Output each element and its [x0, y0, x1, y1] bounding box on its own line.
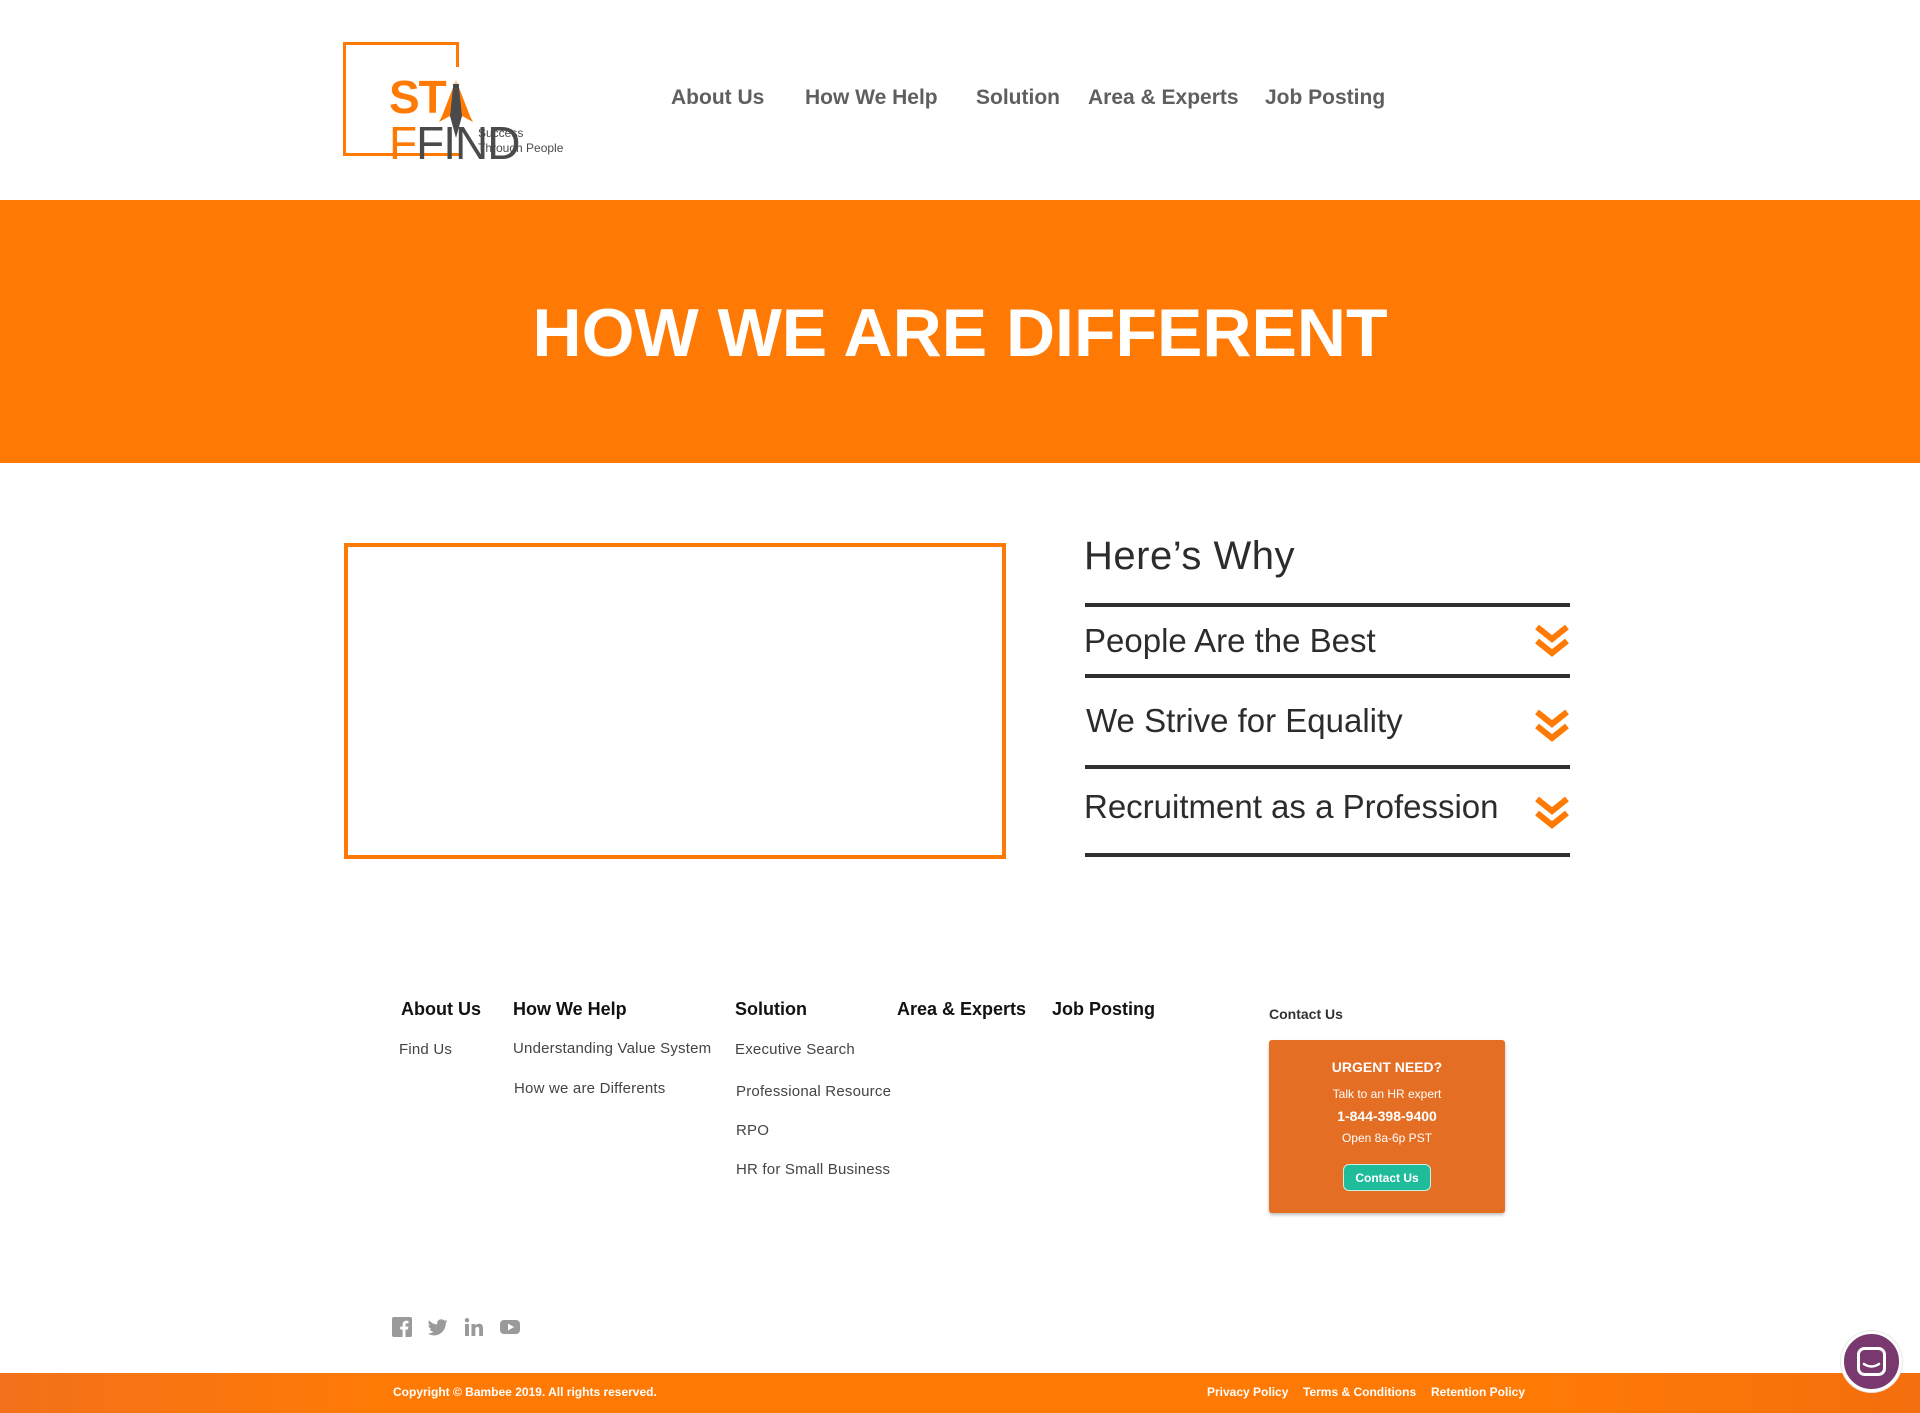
footer-link-professional-resource[interactable]: Professional Resource	[736, 1083, 891, 1100]
footer-link-executive-search[interactable]: Executive Search	[735, 1041, 855, 1058]
linkedin-icon[interactable]	[464, 1317, 484, 1337]
chevron-double-down-icon[interactable]	[1534, 708, 1570, 744]
footer-heading-how-we-help[interactable]: How We Help	[513, 999, 627, 1020]
footer-contact-heading: Contact Us	[1269, 1006, 1343, 1022]
footer-link-rpo[interactable]: RPO	[736, 1122, 769, 1139]
nav-job-posting[interactable]: Job Posting	[1265, 86, 1385, 110]
staffind-logo[interactable]: ST FFIND Success Through People	[343, 42, 588, 166]
logo-tagline: Success Through People	[478, 126, 564, 155]
nav-how-we-help[interactable]: How We Help	[805, 86, 938, 110]
retention-policy-link[interactable]: Retention Policy	[1431, 1385, 1525, 1399]
chat-icon	[1857, 1347, 1886, 1376]
chevron-double-down-icon[interactable]	[1534, 623, 1570, 659]
chat-launcher-button[interactable]	[1841, 1331, 1902, 1392]
urgent-hours: Open 8a-6p PST	[1341, 1131, 1433, 1145]
youtube-icon[interactable]	[500, 1317, 520, 1337]
bottom-bar	[0, 1373, 1920, 1413]
why-heading: Here’s Why	[1084, 534, 1295, 578]
copyright-text: Copyright © Bambee 2019. All rights rese…	[393, 1385, 657, 1399]
footer-heading-area-experts[interactable]: Area & Experts	[897, 999, 1026, 1020]
urgent-need-card: URGENT NEED? Talk to an HR expert 1-844-…	[1269, 1040, 1505, 1213]
footer-link-hr-small-business[interactable]: HR for Small Business	[736, 1161, 890, 1178]
footer-link-value-system[interactable]: Understanding Value System	[513, 1040, 711, 1057]
accordion-item-recruitment[interactable]: Recruitment as a Profession	[1084, 788, 1499, 826]
page-title: HOW WE ARE DIFFERENT	[532, 295, 1388, 371]
terms-conditions-link[interactable]: Terms & Conditions	[1303, 1385, 1416, 1399]
divider	[1085, 603, 1570, 607]
accordion-item-people[interactable]: People Are the Best	[1084, 622, 1376, 660]
urgent-title: URGENT NEED?	[1331, 1059, 1443, 1075]
footer-heading-about-us[interactable]: About Us	[401, 999, 481, 1020]
nav-about-us[interactable]: About Us	[671, 86, 764, 110]
facebook-icon[interactable]	[392, 1317, 412, 1337]
media-frame	[344, 543, 1006, 859]
contact-us-button[interactable]: Contact Us	[1343, 1164, 1431, 1191]
footer-heading-job-posting[interactable]: Job Posting	[1052, 999, 1155, 1020]
accordion-item-equality[interactable]: We Strive for Equality	[1086, 702, 1403, 740]
urgent-phone[interactable]: 1-844-398-9400	[1269, 1108, 1505, 1124]
nav-area-experts[interactable]: Area & Experts	[1088, 86, 1239, 110]
urgent-talk-text: Talk to an HR expert	[1332, 1087, 1442, 1101]
hero-banner: HOW WE ARE DIFFERENT	[0, 200, 1920, 463]
footer-link-how-different[interactable]: How we are Differents	[514, 1080, 665, 1097]
privacy-policy-link[interactable]: Privacy Policy	[1207, 1385, 1288, 1399]
footer-link-find-us[interactable]: Find Us	[399, 1041, 452, 1058]
footer-heading-solution[interactable]: Solution	[735, 999, 807, 1020]
tie-icon	[439, 80, 473, 138]
chevron-double-down-icon[interactable]	[1534, 795, 1570, 831]
nav-solution[interactable]: Solution	[976, 86, 1060, 110]
twitter-icon[interactable]	[428, 1317, 448, 1337]
divider	[1085, 674, 1570, 678]
divider	[1085, 765, 1570, 769]
divider	[1085, 853, 1570, 857]
